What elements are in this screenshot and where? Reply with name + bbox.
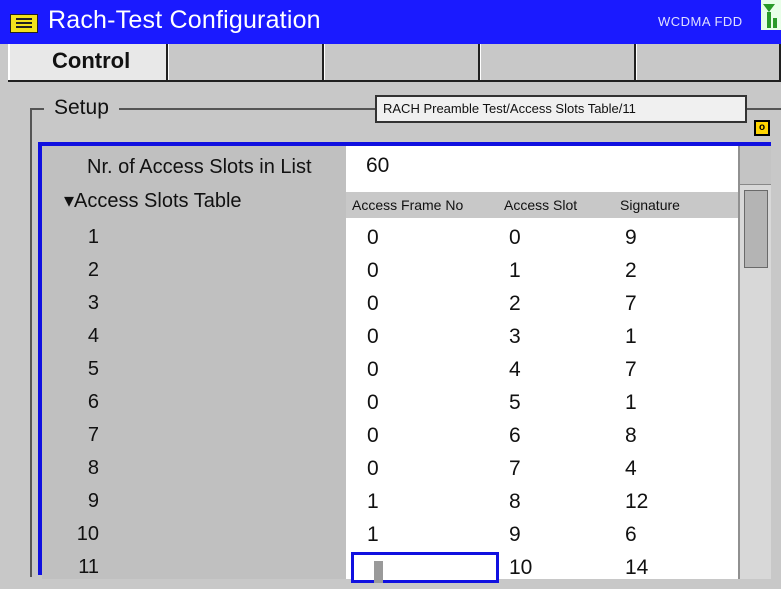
table-row[interactable]: 8 0 7 4 bbox=[42, 457, 738, 490]
table-header: Access Frame No Access Slot Signature bbox=[346, 192, 738, 218]
nr-access-slots-value[interactable]: 60 bbox=[366, 154, 389, 178]
active-edit-cell[interactable] bbox=[351, 552, 499, 583]
row-number: 3 bbox=[87, 292, 99, 314]
row-number: 10 bbox=[76, 523, 99, 545]
scroll-thumb[interactable] bbox=[744, 190, 768, 268]
access-slot-cell[interactable]: 7 bbox=[509, 457, 521, 481]
access-slots-table-label[interactable]: ▾Access Slots Table bbox=[64, 188, 242, 213]
access-frame-no-cell[interactable]: 1 bbox=[367, 490, 379, 514]
status-text: WCDMA FDD bbox=[658, 14, 743, 29]
header-access-slot: Access Slot bbox=[504, 197, 578, 213]
tab-4[interactable] bbox=[480, 44, 636, 80]
access-slot-cell[interactable]: 6 bbox=[509, 424, 521, 448]
access-frame-no-cell[interactable]: 0 bbox=[367, 424, 379, 448]
table-row[interactable]: 9 1 8 12 bbox=[42, 490, 738, 523]
tab-2[interactable] bbox=[168, 44, 324, 80]
access-slot-cell[interactable]: 3 bbox=[509, 325, 521, 349]
signature-cell[interactable]: 12 bbox=[625, 490, 648, 514]
header-signature: Signature bbox=[620, 197, 680, 213]
row-number: 8 bbox=[87, 457, 99, 479]
access-frame-no-cell[interactable]: 0 bbox=[367, 391, 379, 415]
access-slot-cell[interactable]: 0 bbox=[509, 226, 521, 250]
signature-cell[interactable]: 7 bbox=[625, 292, 637, 316]
row-number: 4 bbox=[87, 325, 99, 347]
table-row[interactable]: 5 0 4 7 bbox=[42, 358, 738, 391]
window-title: Rach-Test Configuration bbox=[48, 6, 321, 34]
access-frame-no-cell[interactable]: 0 bbox=[367, 325, 379, 349]
table-row[interactable]: 4 0 3 1 bbox=[42, 325, 738, 358]
tab-control[interactable]: Control bbox=[8, 44, 168, 80]
access-slot-cell[interactable]: 8 bbox=[509, 490, 521, 514]
row-number: 11 bbox=[78, 556, 99, 578]
access-frame-no-cell[interactable]: 0 bbox=[367, 358, 379, 382]
menu-icon[interactable] bbox=[10, 14, 38, 33]
signature-cell[interactable]: 8 bbox=[625, 424, 637, 448]
row-number: 1 bbox=[87, 226, 99, 248]
access-slots-panel: Nr. of Access Slots in List ▾Access Slot… bbox=[38, 142, 771, 583]
row-number: 2 bbox=[87, 259, 99, 281]
tab-control-label: Control bbox=[52, 48, 131, 73]
access-frame-no-cell[interactable]: 0 bbox=[367, 457, 379, 481]
row-number: 6 bbox=[87, 391, 99, 413]
antenna-icon bbox=[761, 0, 781, 30]
row-number: 5 bbox=[87, 358, 99, 380]
setup-group-label: Setup bbox=[44, 96, 119, 120]
access-slot-cell[interactable]: 9 bbox=[509, 523, 521, 547]
row-number: 7 bbox=[87, 424, 99, 446]
access-slot-cell[interactable]: 4 bbox=[509, 358, 521, 382]
table-row[interactable]: 3 0 2 7 bbox=[42, 292, 738, 325]
nr-access-slots-label: Nr. of Access Slots in List bbox=[87, 156, 312, 178]
signature-cell[interactable]: 14 bbox=[625, 556, 648, 580]
signature-cell[interactable]: 6 bbox=[625, 523, 637, 547]
signature-cell[interactable]: 4 bbox=[625, 457, 637, 481]
text-cursor bbox=[374, 561, 383, 583]
signature-cell[interactable]: 2 bbox=[625, 259, 637, 283]
access-slot-cell[interactable]: 2 bbox=[509, 292, 521, 316]
focus-marker-icon: o bbox=[754, 120, 770, 136]
table-row[interactable]: 1 0 0 9 bbox=[42, 226, 738, 259]
table-row[interactable]: 7 0 6 8 bbox=[42, 424, 738, 457]
signature-cell[interactable]: 1 bbox=[625, 391, 637, 415]
tab-5[interactable] bbox=[636, 44, 781, 80]
header-access-frame-no: Access Frame No bbox=[352, 197, 464, 213]
access-frame-no-cell[interactable]: 0 bbox=[367, 259, 379, 283]
tab-bar: Control bbox=[8, 44, 781, 82]
access-slot-cell[interactable]: 5 bbox=[509, 391, 521, 415]
table-row[interactable]: 6 0 5 1 bbox=[42, 391, 738, 424]
access-slot-cell[interactable]: 1 bbox=[509, 259, 521, 283]
vertical-scrollbar[interactable] bbox=[738, 146, 771, 579]
signature-cell[interactable]: 9 bbox=[625, 226, 637, 250]
access-slot-cell[interactable]: 10 bbox=[509, 556, 532, 580]
signature-cell[interactable]: 1 bbox=[625, 325, 637, 349]
scroll-up-button[interactable] bbox=[740, 146, 771, 185]
access-frame-no-cell[interactable]: 0 bbox=[367, 226, 379, 250]
title-bar: Rach-Test Configuration WCDMA FDD bbox=[0, 0, 781, 44]
row-number: 9 bbox=[87, 490, 99, 512]
table-row[interactable]: 2012 bbox=[42, 259, 738, 292]
breadcrumb-path: RACH Preamble Test/Access Slots Table/11 bbox=[375, 95, 747, 123]
signature-cell[interactable]: 7 bbox=[625, 358, 637, 382]
access-frame-no-cell[interactable]: 1 bbox=[367, 523, 379, 547]
access-frame-no-cell[interactable]: 0 bbox=[367, 292, 379, 316]
tab-3[interactable] bbox=[324, 44, 480, 80]
